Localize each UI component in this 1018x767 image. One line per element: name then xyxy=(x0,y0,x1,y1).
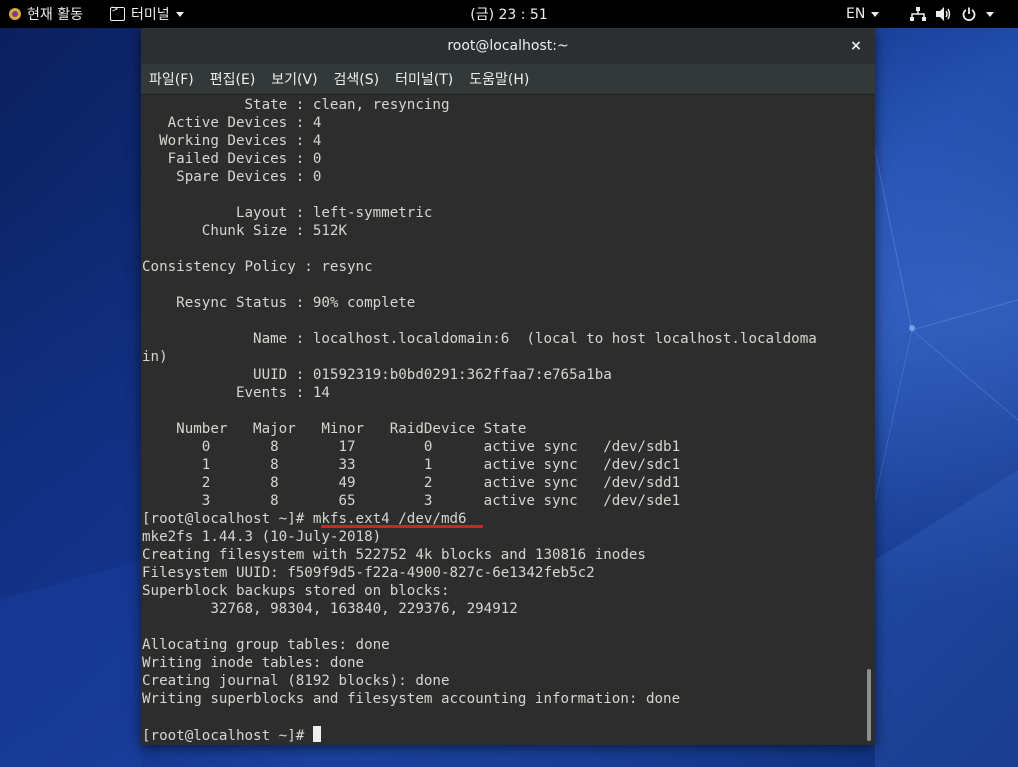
terminal-line: Creating filesystem with 522752 4k block… xyxy=(142,547,646,563)
terminal-line: Failed Devices : 0 xyxy=(142,151,322,167)
menu-file[interactable]: 파일(F) xyxy=(141,69,202,89)
terminal-line: Writing inode tables: done xyxy=(142,655,365,671)
network-icon xyxy=(910,7,926,21)
fedora-logo-icon xyxy=(9,8,21,20)
terminal-line: Allocating group tables: done xyxy=(142,637,390,653)
terminal-line: Writing superblocks and filesystem accou… xyxy=(142,691,681,707)
activities-label: 현재 활동 xyxy=(27,7,83,23)
window-titlebar[interactable]: root@localhost:~ × xyxy=(141,28,875,64)
terminal-line: Filesystem UUID: f509f9d5-f22a-4900-827c… xyxy=(142,565,595,581)
activities-button[interactable]: 현재 활동 xyxy=(8,0,83,28)
app-menu-button[interactable]: 터미널 xyxy=(110,0,184,28)
terminal-line: Superblock backups stored on blocks: xyxy=(142,583,450,599)
menu-terminal[interactable]: 터미널(T) xyxy=(387,69,461,89)
terminal-line: mke2fs 1.44.3 (10-July-2018) xyxy=(142,529,382,545)
chevron-down-icon xyxy=(986,11,994,17)
command-highlight-underline xyxy=(321,525,483,528)
close-button[interactable]: × xyxy=(847,37,865,55)
terminal-line: 3 8 65 3 active sync /dev/sde1 xyxy=(142,493,681,509)
volume-icon xyxy=(936,7,951,21)
terminal-prompt: [root@localhost ~]# xyxy=(142,728,313,744)
terminal-line: in) xyxy=(142,349,168,365)
terminal-window: root@localhost:~ × 파일(F) 편집(E) 보기(V) 검색(… xyxy=(141,28,875,745)
terminal-line: 0 8 17 0 active sync /dev/sdb1 xyxy=(142,439,681,455)
terminal-line: State : clean, resyncing xyxy=(142,97,450,113)
top-bar: 현재 활동 터미널 (금) 23 : 51 EN xyxy=(0,0,1018,28)
chevron-down-icon xyxy=(175,11,184,17)
menu-bar: 파일(F) 편집(E) 보기(V) 검색(S) 터미널(T) 도움말(H) xyxy=(141,64,875,95)
scrollbar-thumb[interactable] xyxy=(867,669,871,741)
menu-view[interactable]: 보기(V) xyxy=(263,69,325,89)
input-method-label: EN xyxy=(846,6,866,22)
terminal-output[interactable]: State : clean, resyncing Active Devices … xyxy=(141,95,863,745)
close-icon: × xyxy=(850,38,862,54)
menu-edit[interactable]: 편집(E) xyxy=(202,69,264,89)
terminal-line: UUID : 01592319:b0bd0291:362ffaa7:e765a1… xyxy=(142,367,612,383)
terminal-line: Consistency Policy : resync xyxy=(142,259,373,275)
power-icon xyxy=(962,7,976,21)
clock-button[interactable]: (금) 23 : 51 xyxy=(470,4,548,24)
terminal-line: Working Devices : 4 xyxy=(142,133,322,149)
chevron-down-icon xyxy=(871,11,880,17)
terminal-cursor xyxy=(312,726,321,742)
terminal-text: State : clean, resyncing Active Devices … xyxy=(142,96,817,744)
terminal-line: 1 8 33 1 active sync /dev/sdc1 xyxy=(142,457,681,473)
terminal-line: 2 8 49 2 active sync /dev/sdd1 xyxy=(142,475,681,491)
input-method-button[interactable]: EN xyxy=(846,0,880,28)
terminal-line: Events : 14 xyxy=(142,385,330,401)
app-menu-label: 터미널 xyxy=(131,7,170,23)
menu-search[interactable]: 검색(S) xyxy=(326,69,388,89)
terminal-line: Layout : left-symmetric xyxy=(142,205,433,221)
window-title: root@localhost:~ xyxy=(447,38,569,54)
terminal-line: Chunk Size : 512K xyxy=(142,223,347,239)
terminal-line: 32768, 98304, 163840, 229376, 294912 xyxy=(142,601,518,617)
terminal-line: Name : localhost.localdomain:6 (local to… xyxy=(142,331,817,347)
terminal-line: Number Major Minor RaidDevice State xyxy=(142,421,527,437)
system-status-menu[interactable] xyxy=(910,0,994,28)
terminal-scrollbar[interactable] xyxy=(863,95,875,745)
terminal-line: Creating journal (8192 blocks): done xyxy=(142,673,450,689)
terminal-line: Resync Status : 90% complete xyxy=(142,295,416,311)
terminal-line: Active Devices : 4 xyxy=(142,115,322,131)
terminal-prompt-line: [root@localhost ~]# xyxy=(142,726,817,744)
menu-help[interactable]: 도움말(H) xyxy=(461,69,537,89)
terminal-icon xyxy=(110,4,125,21)
terminal-line: Spare Devices : 0 xyxy=(142,169,322,185)
